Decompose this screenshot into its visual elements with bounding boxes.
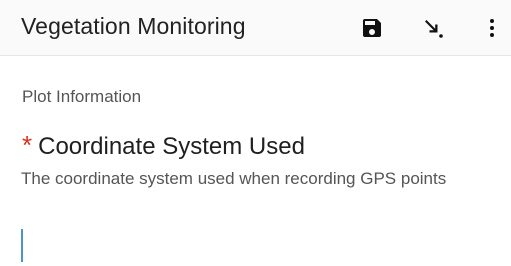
save-button[interactable]: [352, 8, 392, 48]
question-header: * Coordinate System Used: [22, 131, 305, 161]
question-label: Coordinate System Used: [38, 133, 305, 160]
section-title: Plot Information: [22, 87, 142, 106]
go-to-icon: [425, 20, 443, 38]
app-bar: Vegetation Monitoring: [0, 0, 511, 56]
required-marker: *: [22, 130, 33, 160]
more-options-button[interactable]: [472, 8, 511, 48]
text-cursor: [21, 229, 23, 262]
coordinate-system-input[interactable]: [21, 226, 501, 264]
more-vert-icon: [490, 19, 494, 37]
go-to-button[interactable]: [413, 8, 453, 48]
app-title: Vegetation Monitoring: [21, 13, 246, 39]
save-icon: [363, 19, 381, 37]
form-content: Plot Information * Coordinate System Use…: [0, 56, 511, 266]
question-hint: The coordinate system used when recordin…: [21, 169, 447, 188]
